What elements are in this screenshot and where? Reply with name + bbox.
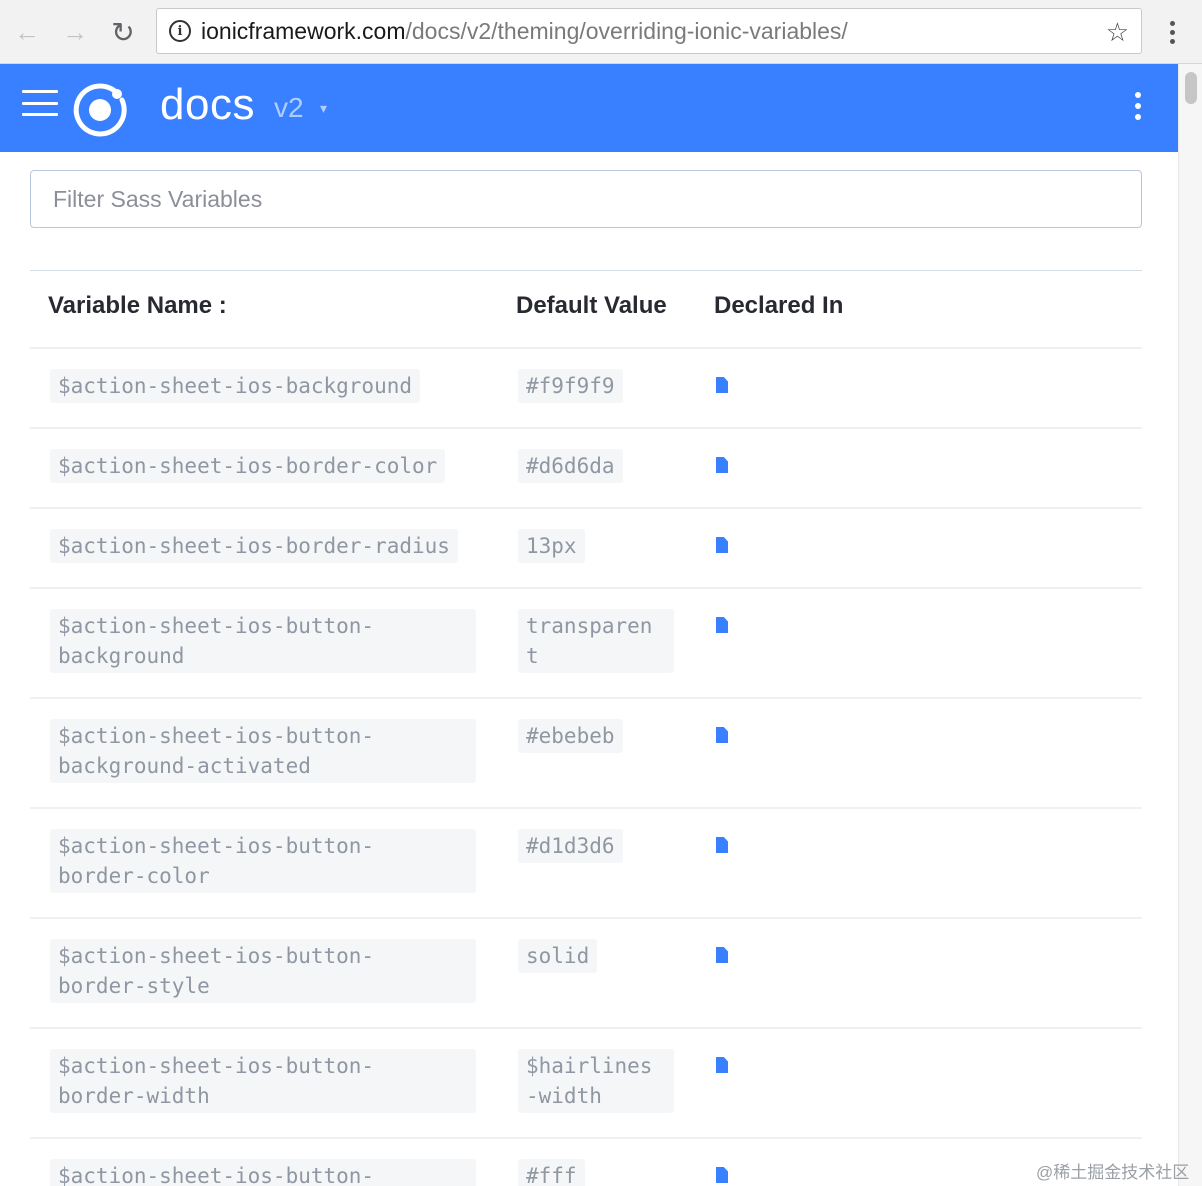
url-path: /docs/v2/theming/overriding-ionic-variab… bbox=[405, 17, 848, 44]
default-value: #f9f9f9 bbox=[518, 369, 623, 403]
default-value: #ebebeb bbox=[518, 719, 623, 753]
file-icon[interactable] bbox=[716, 1057, 728, 1073]
column-header-variable-name: Variable Name : bbox=[48, 292, 227, 319]
file-icon[interactable] bbox=[716, 457, 728, 473]
variable-name: $action-sheet-ios-button- border-color bbox=[50, 829, 476, 893]
hamburger-menu-icon[interactable] bbox=[22, 90, 58, 116]
file-icon[interactable] bbox=[716, 537, 728, 553]
url-domain: ionicframework.com bbox=[201, 17, 406, 44]
file-icon[interactable] bbox=[716, 727, 728, 743]
table-row: $action-sheet-ios-border-color #d6d6da bbox=[30, 429, 1142, 509]
version-selector[interactable]: v2 bbox=[274, 92, 304, 124]
table-row: $action-sheet-ios-button- border-style s… bbox=[30, 919, 1142, 1029]
default-value: $hairlines -width bbox=[518, 1049, 674, 1113]
variable-name: $action-sheet-ios-button- bbox=[50, 1159, 476, 1186]
default-value: #d6d6da bbox=[518, 449, 623, 483]
forward-arrow-icon[interactable]: → bbox=[60, 14, 90, 50]
column-header-default-value: Default Value bbox=[516, 292, 667, 319]
url-text[interactable]: ionicframework.com/docs/v2/theming/overr… bbox=[201, 18, 848, 45]
default-value: #d1d3d6 bbox=[518, 829, 623, 863]
back-arrow-icon[interactable]: ← bbox=[12, 14, 42, 50]
ionic-logo-icon[interactable] bbox=[72, 82, 128, 138]
table-top-divider bbox=[30, 270, 1142, 271]
variable-name: $action-sheet-ios-border-color bbox=[50, 449, 446, 483]
table-row: $action-sheet-ios-button- #fff bbox=[30, 1139, 1142, 1186]
filter-sass-variables-input[interactable] bbox=[30, 170, 1142, 228]
variable-name: $action-sheet-ios-button- border-width bbox=[50, 1049, 476, 1113]
info-icon[interactable]: i bbox=[169, 20, 191, 42]
table-row: $action-sheet-ios-button- border-color #… bbox=[30, 809, 1142, 919]
docs-header: docs v2 ▾ bbox=[0, 64, 1178, 152]
column-header-declared-in: Declared In bbox=[714, 292, 844, 319]
file-icon[interactable] bbox=[716, 1167, 728, 1183]
table-row: $action-sheet-ios-button- border-width $… bbox=[30, 1029, 1142, 1139]
file-icon[interactable] bbox=[716, 617, 728, 633]
browser-toolbar: ← → ↻ i ionicframework.com/docs/v2/themi… bbox=[0, 0, 1202, 64]
docs-title[interactable]: docs bbox=[160, 80, 255, 130]
file-icon[interactable] bbox=[716, 377, 728, 393]
default-value: 13px bbox=[518, 529, 585, 563]
variable-name: $action-sheet-ios-button- background bbox=[50, 609, 476, 673]
file-icon[interactable] bbox=[716, 947, 728, 963]
variable-name: $action-sheet-ios-background bbox=[50, 369, 421, 403]
file-icon[interactable] bbox=[716, 837, 728, 853]
table-row: $action-sheet-ios-border-radius 13px bbox=[30, 509, 1142, 589]
table-row: $action-sheet-ios-background #f9f9f9 bbox=[30, 349, 1142, 429]
more-options-icon[interactable] bbox=[1128, 86, 1148, 126]
table-row: $action-sheet-ios-button- background-act… bbox=[30, 699, 1142, 809]
default-value: transparen t bbox=[518, 609, 674, 673]
page-scrollbar[interactable] bbox=[1178, 64, 1202, 1186]
watermark: @稀土掘金技术社区 bbox=[1036, 1163, 1190, 1182]
caret-down-icon[interactable]: ▾ bbox=[320, 100, 327, 117]
default-value: #fff bbox=[518, 1159, 585, 1186]
address-bar[interactable]: i ionicframework.com/docs/v2/theming/ove… bbox=[156, 8, 1142, 54]
variable-name: $action-sheet-ios-button- border-style bbox=[50, 939, 476, 1003]
variable-name: $action-sheet-ios-border-radius bbox=[50, 529, 458, 563]
browser-menu-icon[interactable] bbox=[1162, 14, 1182, 50]
variable-name: $action-sheet-ios-button- background-act… bbox=[50, 719, 476, 783]
table-row: $action-sheet-ios-button- background tra… bbox=[30, 589, 1142, 699]
scrollbar-thumb[interactable] bbox=[1185, 72, 1197, 104]
reload-icon[interactable]: ↻ bbox=[108, 14, 138, 50]
bookmark-star-icon[interactable]: ☆ bbox=[1106, 17, 1129, 48]
default-value: solid bbox=[518, 939, 598, 973]
